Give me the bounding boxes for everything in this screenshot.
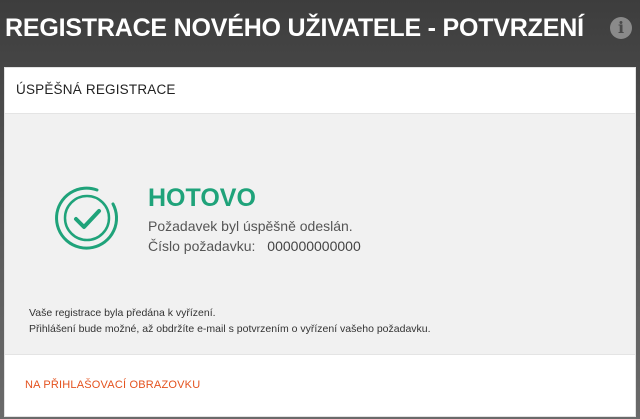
info-icon[interactable]: i: [610, 17, 632, 39]
registration-panel: ÚSPĚŠNÁ REGISTRACE HOTOVO Požadavek byl …: [4, 67, 636, 417]
request-number-value: 000000000000: [267, 238, 361, 254]
panel-footer: NA PŘIHLAŠOVACÍ OBRAZOVKU: [5, 354, 635, 416]
notice-line-2: Přihlášení bude možné, až obdržíte e-mai…: [29, 323, 431, 335]
request-number-row: Číslo požadavku: 000000000000: [148, 238, 361, 254]
login-screen-link[interactable]: NA PŘIHLAŠOVACÍ OBRAZOVKU: [25, 379, 200, 391]
page-header: REGISTRACE NOVÉHO UŽIVATELE - POTVRZENÍ …: [0, 0, 640, 66]
registration-notice: Vaše registrace byla předána k vyřízení.…: [29, 305, 431, 337]
status-title: HOTOVO: [148, 184, 256, 212]
status-message: Požadavek byl úspěšně odeslán.: [148, 218, 353, 234]
check-circle-icon: [55, 186, 119, 250]
panel-header: ÚSPĚŠNÁ REGISTRACE: [5, 68, 635, 114]
notice-line-1: Vaše registrace byla předána k vyřízení.: [29, 307, 216, 319]
panel-title: ÚSPĚŠNÁ REGISTRACE: [16, 82, 176, 97]
page-title: REGISTRACE NOVÉHO UŽIVATELE - POTVRZENÍ: [5, 14, 584, 42]
request-number-label: Číslo požadavku:: [148, 238, 256, 254]
